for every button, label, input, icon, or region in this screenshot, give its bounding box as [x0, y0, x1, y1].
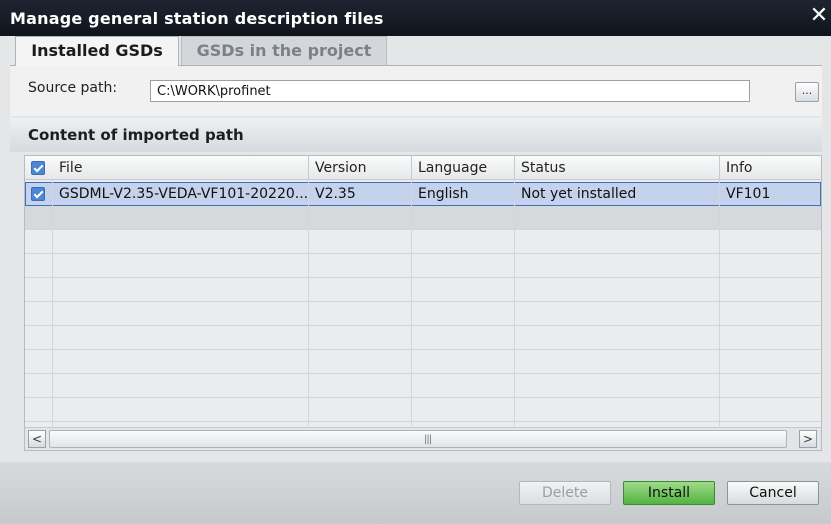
column-header-status[interactable]: Status	[515, 156, 720, 180]
column-header-info[interactable]: Info	[720, 156, 821, 180]
column-divider	[52, 180, 53, 426]
source-path-input[interactable]	[150, 80, 750, 102]
row-checkbox[interactable]	[31, 187, 45, 201]
header-checkbox-cell	[25, 156, 53, 180]
window-title: Manage general station description files	[10, 9, 384, 28]
scroll-thumb[interactable]: |||	[49, 430, 787, 448]
install-button[interactable]: Install	[623, 481, 715, 505]
cell-version: V2.35	[315, 186, 356, 202]
cancel-button[interactable]: Cancel	[727, 481, 819, 505]
content-title: Content of imported path	[28, 126, 244, 144]
tab-installed-gsds[interactable]: Installed GSDs	[15, 36, 179, 66]
column-divider	[514, 180, 515, 426]
source-path-label: Source path:	[28, 80, 118, 96]
tab-gsds-in-project[interactable]: GSDs in the project	[181, 36, 387, 66]
empty-row	[25, 302, 821, 326]
column-header-file[interactable]: File	[53, 156, 309, 180]
cell-info: VF101	[726, 186, 771, 202]
empty-row	[25, 374, 821, 398]
column-header-language[interactable]: Language	[412, 156, 515, 180]
title-bar: Manage general station description files…	[0, 0, 831, 36]
grip-icon: |||	[424, 434, 432, 445]
browse-button[interactable]: ...	[795, 82, 819, 102]
scroll-left-button[interactable]: <	[28, 430, 46, 448]
empty-row	[25, 278, 821, 302]
empty-row	[25, 398, 821, 422]
column-header-version[interactable]: Version	[309, 156, 412, 180]
horizontal-scrollbar[interactable]: < ||| >	[25, 427, 821, 450]
column-divider	[308, 180, 309, 426]
delete-button[interactable]: Delete	[519, 481, 611, 505]
cell-language: English	[418, 186, 469, 202]
column-divider	[411, 180, 412, 426]
cell-file: GSDML-V2.35-VEDA-VF101-20220...	[59, 186, 309, 202]
scroll-right-button[interactable]: >	[799, 430, 817, 448]
column-divider	[719, 180, 720, 426]
empty-row	[25, 350, 821, 374]
empty-row	[25, 206, 821, 230]
table-row[interactable]: GSDML-V2.35-VEDA-VF101-20220... V2.35 En…	[25, 182, 821, 206]
empty-row	[25, 254, 821, 278]
empty-row	[25, 230, 821, 254]
gsd-table: File Version Language Status Info GSDML-…	[24, 155, 822, 451]
cell-status: Not yet installed	[521, 186, 637, 202]
select-all-checkbox[interactable]	[31, 161, 45, 175]
close-icon[interactable]: ✕	[808, 5, 830, 27]
empty-row	[25, 326, 821, 350]
